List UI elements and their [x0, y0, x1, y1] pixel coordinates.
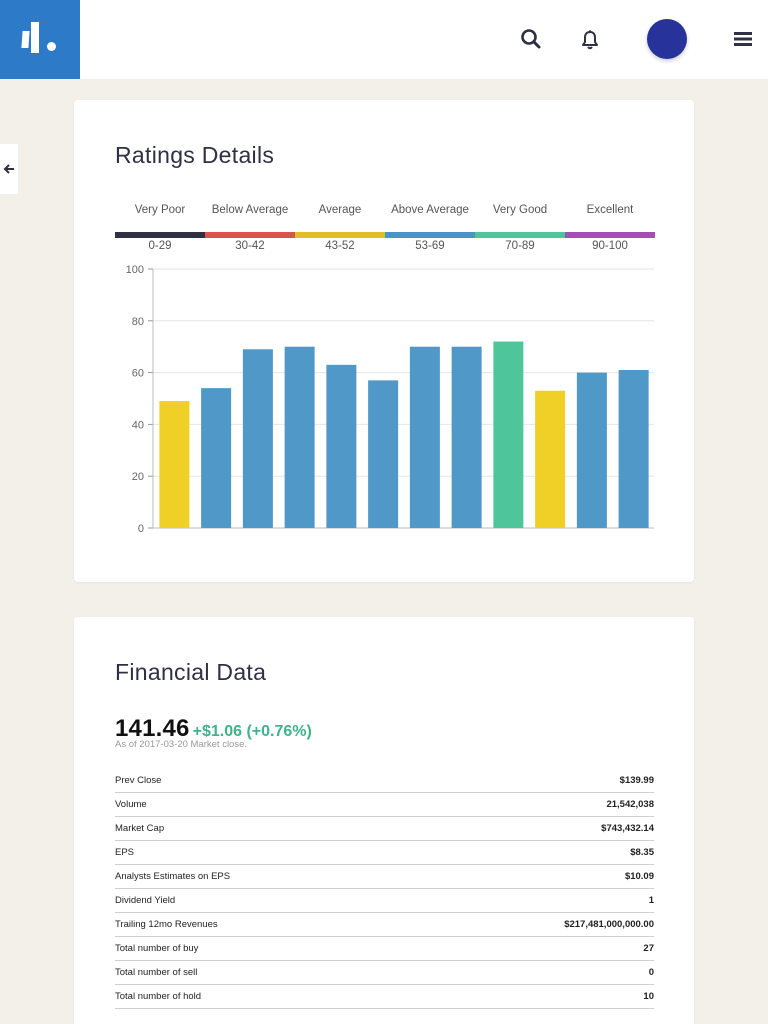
- as-of-text: As of 2017-03-20 Market close.: [115, 739, 248, 750]
- legend-band: [565, 232, 655, 238]
- user-avatar[interactable]: [647, 19, 687, 59]
- bar: [618, 370, 649, 528]
- row-value: 21,542,038: [606, 799, 654, 810]
- table-row: Total number of sell 0: [115, 961, 654, 985]
- legend-label: Average: [318, 204, 362, 216]
- legend-item: Above Average 53-69: [385, 204, 475, 252]
- legend-label: Above Average: [391, 204, 469, 216]
- menu-icon[interactable]: [734, 30, 752, 48]
- financial-card: Financial Data 141.46 +$1.06 (+0.76%) As …: [74, 617, 694, 1024]
- y-tick-label: 0: [138, 523, 144, 535]
- bar: [284, 346, 315, 528]
- legend-item: Excellent 90-100: [565, 204, 655, 252]
- bar: [451, 346, 482, 528]
- top-header: [0, 0, 768, 79]
- row-label: Prev Close: [115, 775, 162, 786]
- search-icon[interactable]: [520, 28, 542, 50]
- legend-range: 90-100: [592, 240, 628, 252]
- logo-dot: [47, 42, 56, 51]
- table-row: Analysts Estimates on EPS $10.09: [115, 865, 654, 889]
- row-label: Dividend Yield: [115, 895, 176, 906]
- row-label: Total number of sell: [115, 967, 198, 978]
- legend-item: Average 43-52: [295, 204, 385, 252]
- price-value: 141.46: [115, 715, 190, 742]
- logo-bar-short: [21, 31, 30, 48]
- bar: [493, 341, 524, 528]
- row-value: 10: [643, 991, 654, 1002]
- row-value: $139.99: [619, 775, 654, 786]
- row-value: 27: [643, 943, 654, 954]
- row-label: Market Cap: [115, 823, 165, 834]
- legend-item: Very Good 70-89: [475, 204, 565, 252]
- financial-title: Financial Data: [115, 659, 267, 685]
- y-tick-label: 60: [132, 368, 144, 380]
- logo-bar-tall: [31, 22, 39, 53]
- legend-range: 53-69: [415, 240, 445, 252]
- bar: [242, 349, 273, 528]
- ratings-legend: Very Poor 0-29 Below Average 30-42 Avera…: [115, 204, 655, 252]
- back-tab[interactable]: [0, 144, 18, 194]
- legend-item: Very Poor 0-29: [115, 204, 205, 252]
- bell-icon[interactable]: [579, 29, 601, 51]
- row-value: 0: [648, 967, 654, 978]
- bar: [159, 401, 190, 528]
- legend-band: [115, 232, 205, 238]
- bar: [535, 390, 566, 528]
- row-value: 1: [648, 895, 654, 906]
- legend-range: 70-89: [505, 240, 535, 252]
- price-change: +$1.06 (+0.76%): [192, 723, 312, 740]
- row-label: EPS: [115, 847, 135, 858]
- row-label: Total number of buy: [115, 943, 199, 954]
- table-row: Volume 21,542,038: [115, 793, 654, 817]
- bar: [326, 364, 357, 528]
- y-tick-label: 40: [132, 419, 144, 431]
- table-row: Total number of hold 10: [115, 985, 654, 1009]
- legend-range: 43-52: [325, 240, 355, 252]
- y-tick-label: 20: [132, 471, 144, 483]
- y-tick-label: 100: [126, 264, 144, 276]
- ratings-bar-chart: 0 20 40 60 80 100: [126, 264, 654, 535]
- table-row: Trailing 12mo Revenues $217,481,000,000.0…: [115, 913, 654, 937]
- ratings-card: Ratings Details Very Poor 0-29 Below Ave…: [74, 100, 694, 582]
- table-row: Prev Close $139.99: [115, 769, 654, 793]
- brand-logo[interactable]: [0, 0, 80, 79]
- row-value: $10.09: [624, 871, 654, 882]
- legend-band: [205, 232, 295, 238]
- legend-label: Very Poor: [134, 204, 186, 216]
- bar: [409, 346, 440, 528]
- legend-band: [385, 232, 475, 238]
- row-label: Analysts Estimates on EPS: [115, 871, 231, 882]
- row-value: $743,432.14: [601, 823, 654, 834]
- row-label: Volume: [115, 799, 147, 810]
- legend-label: Very Good: [492, 204, 548, 216]
- row-value: $8.35: [630, 847, 654, 858]
- row-value: $217,481,000,000.00: [564, 919, 654, 930]
- legend-band: [475, 232, 565, 238]
- bar: [368, 380, 399, 528]
- legend-range: 0-29: [148, 240, 172, 252]
- legend-range: 30-42: [235, 240, 265, 252]
- bar: [576, 372, 607, 528]
- table-row: Dividend Yield 1: [115, 889, 654, 913]
- legend-item: Below Average 30-42: [205, 204, 295, 252]
- legend-band: [295, 232, 385, 238]
- row-label: Trailing 12mo Revenues: [115, 919, 218, 930]
- y-tick-label: 80: [132, 316, 144, 328]
- arrow-left-icon: [3, 164, 14, 174]
- table-row: Market Cap $743,432.14: [115, 817, 654, 841]
- bar: [201, 388, 232, 528]
- ratings-title: Ratings Details: [115, 142, 275, 168]
- legend-label: Excellent: [586, 204, 634, 216]
- financial-table: Prev Close $139.99 Volume 21,542,038 Marke…: [115, 769, 654, 1009]
- legend-label: Below Average: [211, 204, 289, 216]
- table-row: EPS $8.35: [115, 841, 654, 865]
- table-row: Total number of buy 27: [115, 937, 654, 961]
- row-label: Total number of hold: [115, 991, 202, 1002]
